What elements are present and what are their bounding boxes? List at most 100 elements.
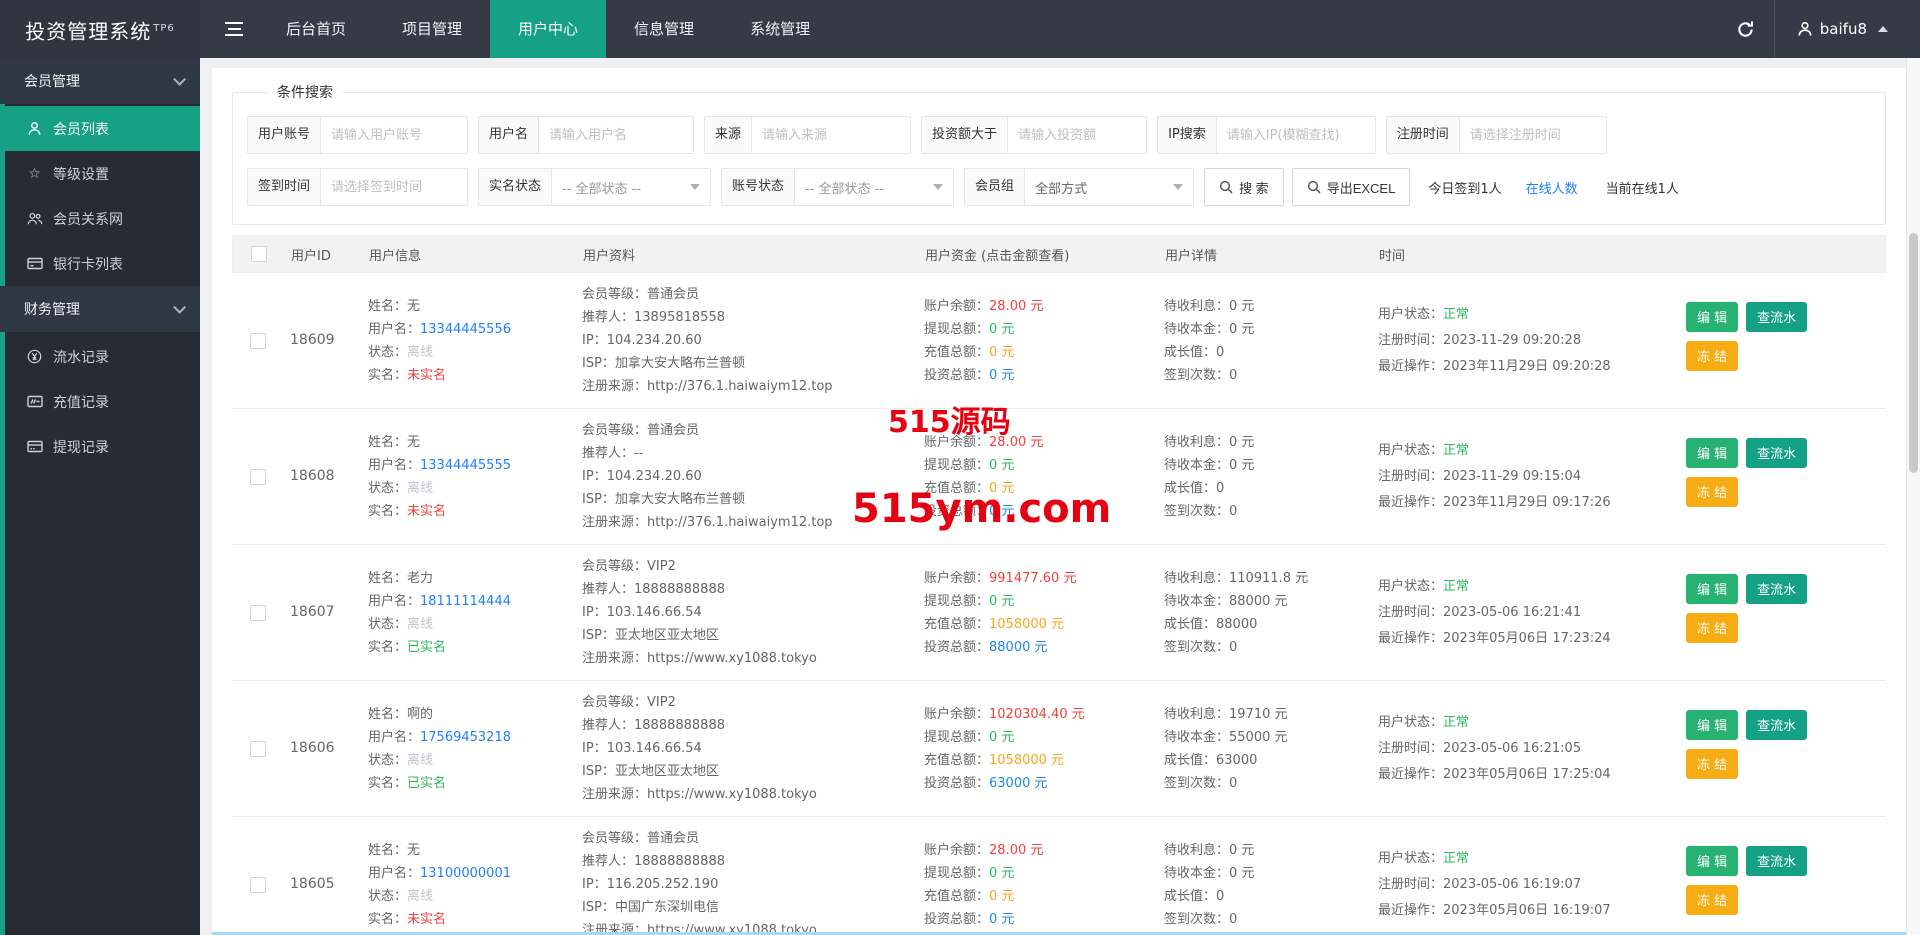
field-label: 推荐人：: [582, 582, 634, 597]
withdraw-total-value[interactable]: 0 元: [989, 594, 1014, 609]
account-status-select[interactable]: -- 全部状态 --: [794, 168, 954, 206]
member-group-select[interactable]: 全部方式: [1024, 168, 1194, 206]
row-checkbox-cell: [232, 731, 286, 767]
row-checkbox[interactable]: [250, 605, 266, 621]
nav-item-projects[interactable]: 项目管理: [374, 0, 490, 58]
view-flow-button[interactable]: 查流水: [1746, 846, 1807, 876]
row-checkbox[interactable]: [250, 877, 266, 893]
nav-item-info[interactable]: 信息管理: [606, 0, 722, 58]
user-status: 正常: [1443, 851, 1469, 866]
username-link[interactable]: 13344445556: [420, 322, 511, 337]
nav-item-system[interactable]: 系统管理: [722, 0, 838, 58]
edit-button[interactable]: 编 辑: [1686, 302, 1738, 332]
freeze-button[interactable]: 冻 结: [1686, 613, 1738, 643]
signin-time-input[interactable]: [320, 168, 468, 206]
field-label: 提现总额：: [924, 594, 989, 609]
view-flow-button[interactable]: 查流水: [1746, 438, 1807, 468]
sidebar-section-members[interactable]: 会员管理: [0, 58, 200, 104]
balance-value[interactable]: 28.00 元: [989, 843, 1043, 858]
user-status: 正常: [1443, 443, 1469, 458]
invest-total-value[interactable]: 88000 元: [989, 640, 1048, 655]
filter-account-status: 账号状态 -- 全部状态 --: [721, 168, 954, 206]
username-input[interactable]: [538, 116, 694, 154]
user-account-input[interactable]: [320, 116, 468, 154]
edit-button[interactable]: 编 辑: [1686, 710, 1738, 740]
row-field: 投资总额：88000 元: [924, 636, 1154, 659]
export-excel-button[interactable]: 导出EXCEL: [1292, 168, 1411, 206]
sidebar-section-finance[interactable]: 财务管理: [0, 286, 200, 332]
invest-total-value[interactable]: 0 元: [989, 912, 1014, 927]
username-link[interactable]: 17569453218: [420, 730, 511, 745]
row-field: 实名：已实名: [368, 772, 572, 795]
hamburger-icon[interactable]: [214, 0, 254, 58]
register-time-input[interactable]: [1459, 116, 1607, 154]
filter-register-time: 注册时间: [1386, 116, 1607, 154]
view-flow-button[interactable]: 查流水: [1746, 302, 1807, 332]
row-checkbox[interactable]: [250, 469, 266, 485]
user-menu[interactable]: baifu8: [1774, 0, 1902, 58]
row-field: 注册来源：http://376.1.haiwaiym12.top: [582, 375, 914, 398]
invest-amount-input[interactable]: [1007, 116, 1147, 154]
sidebar-item-member-list[interactable]: 会员列表: [0, 106, 200, 151]
nav-item-dashboard[interactable]: 后台首页: [258, 0, 374, 58]
withdraw-total-value[interactable]: 0 元: [989, 322, 1014, 337]
withdraw-total-value[interactable]: 0 元: [989, 458, 1014, 473]
recharge-total-value[interactable]: 0 元: [989, 481, 1014, 496]
balance-value[interactable]: 991477.60 元: [989, 571, 1076, 586]
field-label: 注册时间：: [1378, 877, 1443, 892]
refresh-icon[interactable]: [1718, 0, 1774, 58]
username-link[interactable]: 18111114444: [420, 594, 511, 609]
field-value: 加拿大安大略布兰普顿: [615, 492, 745, 507]
freeze-button[interactable]: 冻 结: [1686, 341, 1738, 371]
nav-item-user-center[interactable]: 用户中心: [490, 0, 606, 58]
recharge-total-value[interactable]: 1058000 元: [989, 753, 1064, 768]
online-count-link[interactable]: 在线人数: [1526, 178, 1578, 197]
username-link[interactable]: 13344445555: [420, 458, 511, 473]
vertical-scrollbar[interactable]: [1906, 58, 1920, 935]
select-all-checkbox[interactable]: [251, 246, 267, 262]
withdraw-total-value[interactable]: 0 元: [989, 866, 1014, 881]
balance-value[interactable]: 28.00 元: [989, 435, 1043, 450]
row-field: 投资总额：63000 元: [924, 772, 1154, 795]
field-label: 最近操作：: [1378, 631, 1443, 646]
recharge-total-value[interactable]: 0 元: [989, 889, 1014, 904]
username-link[interactable]: 13100000001: [420, 866, 511, 881]
balance-value[interactable]: 1020304.40 元: [989, 707, 1085, 722]
sidebar-item-flow-records[interactable]: 流水记录: [0, 334, 200, 379]
sidebar-item-withdraw-records[interactable]: 提现记录: [0, 424, 200, 469]
sidebar-item-relation-network[interactable]: 会员关系网: [0, 196, 200, 241]
sidebar-item-level-settings[interactable]: ☆ 等级设置: [0, 151, 200, 196]
user-status: 正常: [1443, 715, 1469, 730]
freeze-button[interactable]: 冻 结: [1686, 477, 1738, 507]
scrollbar-thumb[interactable]: [1909, 233, 1918, 473]
invest-total-value[interactable]: 0 元: [989, 368, 1014, 383]
freeze-button[interactable]: 冻 结: [1686, 749, 1738, 779]
sidebar-item-bankcard-list[interactable]: 银行卡列表: [0, 241, 200, 286]
sidebar-item-recharge-records[interactable]: 充值记录: [0, 379, 200, 424]
field-label: 推荐人：: [582, 310, 634, 325]
edit-button[interactable]: 编 辑: [1686, 574, 1738, 604]
row-checkbox[interactable]: [250, 333, 266, 349]
row-checkbox[interactable]: [250, 741, 266, 757]
invest-total-value[interactable]: 0 元: [989, 504, 1014, 519]
field-label: 账户余额：: [924, 843, 989, 858]
withdraw-total-value[interactable]: 0 元: [989, 730, 1014, 745]
invest-total-value[interactable]: 63000 元: [989, 776, 1048, 791]
search-button[interactable]: 搜 索: [1204, 168, 1284, 206]
ip-search-input[interactable]: [1216, 116, 1376, 154]
freeze-button[interactable]: 冻 结: [1686, 885, 1738, 915]
edit-button[interactable]: 编 辑: [1686, 846, 1738, 876]
source-input[interactable]: [751, 116, 911, 154]
row-field: 推荐人：18888888888: [582, 714, 914, 737]
recharge-total-value[interactable]: 0 元: [989, 345, 1014, 360]
view-flow-button[interactable]: 查流水: [1746, 710, 1807, 740]
field-value: 0 元: [1229, 299, 1254, 314]
table-header-row: 用户ID 用户信息 用户资料 用户资金 (点击金额查看) 用户详情 时间: [232, 235, 1886, 273]
edit-button[interactable]: 编 辑: [1686, 438, 1738, 468]
view-flow-button[interactable]: 查流水: [1746, 574, 1807, 604]
realname-status-select[interactable]: -- 全部状态 --: [551, 168, 711, 206]
field-value: 0: [1216, 889, 1224, 904]
recharge-total-value[interactable]: 1058000 元: [989, 617, 1064, 632]
balance-value[interactable]: 28.00 元: [989, 299, 1043, 314]
field-label: 账户余额：: [924, 707, 989, 722]
